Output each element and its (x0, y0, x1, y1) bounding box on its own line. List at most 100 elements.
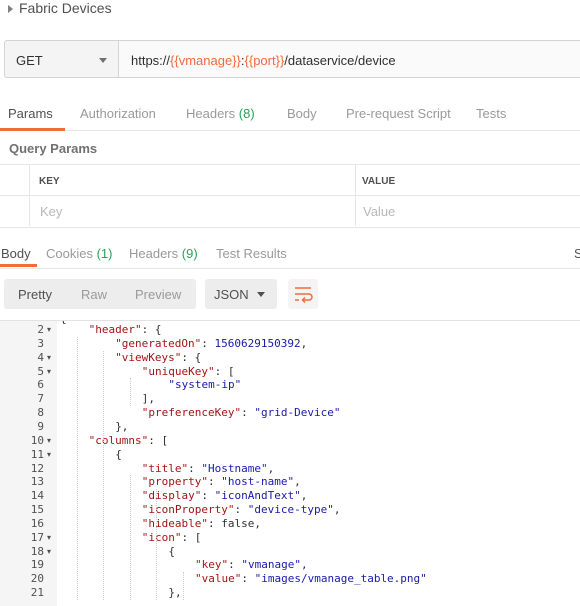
json-key: "uniqueKey" (141, 364, 215, 378)
tab-params[interactable]: Params (8, 106, 53, 121)
json-string: "host-name" (221, 475, 295, 489)
indent-guide (183, 572, 184, 600)
code-line: "viewKeys": { (115, 351, 201, 364)
json-punct: : { (141, 323, 162, 336)
table-divider (355, 164, 356, 226)
fold-arrow-icon[interactable]: ▾ (47, 353, 51, 362)
line-number: 5 (37, 364, 44, 378)
json-punct: , (333, 503, 341, 517)
response-tab-cookies[interactable]: Cookies (1) (46, 246, 112, 261)
fold-arrow-icon[interactable]: ▾ (47, 367, 51, 376)
line-number: 7 (37, 392, 44, 406)
code-line: "iconProperty": "device-type", (142, 503, 341, 516)
line-number: 3 (37, 336, 44, 350)
code-line: { (115, 448, 122, 461)
code-line: "value": "images/vmanage_table.png" (195, 572, 427, 585)
line-number-gutter: 2 ▾ 3 4 ▾ 5 ▾ 6 7 8 9 10 ▾ 11 ▾ 12 13 14 15 16 17 ▾ 18 ▾ 19 20 21 (0, 321, 57, 606)
cookies-count: (1) (96, 246, 113, 261)
response-tab-headers[interactable]: Headers (9) (129, 246, 198, 261)
json-key: "header" (88, 323, 142, 336)
json-key: "value" (195, 572, 242, 586)
wrap-lines-icon (295, 287, 313, 304)
code-line: "generatedOn": 1560629150392, (115, 337, 307, 350)
json-string: "grid-Device" (254, 406, 341, 420)
response-tab-test-results[interactable]: Test Results (216, 246, 287, 261)
json-punct: { (115, 447, 122, 461)
wrap-lines-button[interactable] (288, 279, 318, 309)
code-line: "columns": [ (89, 434, 168, 447)
json-string: "device-type" (247, 503, 334, 517)
value-input[interactable]: Value (363, 204, 395, 219)
tab-tests[interactable]: Tests (476, 106, 506, 121)
json-punct: : (201, 336, 215, 350)
raw-button[interactable]: Raw (81, 287, 107, 302)
code-line: "display": "iconAndText", (142, 489, 308, 502)
json-punct: : (234, 503, 248, 517)
tab-headers[interactable]: Headers (8) (186, 106, 255, 121)
indent-guide (103, 350, 105, 600)
json-punct: : [ (148, 433, 169, 447)
response-tab-body[interactable]: Body (1, 246, 31, 261)
json-punct: : (241, 572, 255, 586)
url-input[interactable]: https://{{vmanage}}:{{port}}/dataservice… (118, 40, 580, 78)
code-line: "preferenceKey": "grid-Device" (142, 406, 341, 419)
response-body-viewer[interactable]: 2 ▾ 3 4 ▾ 5 ▾ 6 7 8 9 10 ▾ 11 ▾ 12 13 14 15 16 17 ▾ 18 ▾ 19 20 21 … (0, 320, 580, 606)
json-key: "preferenceKey" (141, 406, 242, 420)
code-line: "system-ip" (168, 378, 241, 391)
headers-count: (8) (238, 106, 255, 121)
json-punct: , (267, 461, 275, 475)
tab-authorization[interactable]: Authorization (80, 106, 156, 121)
indent-guide (129, 475, 131, 600)
line-number: 4 (37, 350, 44, 364)
json-number: 1560629150392 (214, 336, 301, 350)
json-key: "title" (141, 461, 189, 475)
json-string: "system-ip" (168, 378, 242, 392)
fold-arrow-icon[interactable]: ▾ (47, 547, 51, 556)
fold-arrow-icon[interactable]: ▾ (47, 533, 51, 542)
line-number: 15 (30, 503, 44, 517)
table-divider (29, 164, 30, 226)
format-select[interactable]: JSON (205, 279, 277, 309)
method-select[interactable]: GET (4, 40, 118, 78)
code-line: "key": "vmanage", (195, 558, 308, 571)
code-line: "title": "Hostname", (142, 462, 274, 475)
url-text: https://{{vmanage}}:{{port}}/dataservice… (131, 53, 396, 68)
json-punct: : false, (208, 516, 262, 530)
line-number: 2 (37, 323, 44, 336)
code-line: }, (168, 586, 181, 599)
tab-body[interactable]: Body (287, 106, 317, 121)
json-key: "generatedOn" (115, 336, 202, 350)
indent-guide (129, 378, 131, 407)
request-title-bar[interactable]: Fabric Devices (0, 0, 580, 22)
line-number: 18 (30, 544, 44, 558)
fold-arrow-icon[interactable]: ▾ (47, 436, 51, 445)
json-punct: , (300, 558, 308, 572)
response-tabs: Body Cookies (1) Headers (9) Test Result… (0, 238, 580, 269)
json-punct: , (300, 489, 308, 503)
fold-arrow-icon[interactable]: ▾ (47, 450, 51, 459)
line-number: 12 (30, 461, 44, 475)
pretty-button[interactable]: Pretty (18, 287, 52, 302)
line-number: 6 (37, 378, 44, 392)
line-number: 19 (30, 558, 44, 572)
preview-button[interactable]: Preview (135, 287, 181, 302)
json-punct: , (294, 475, 301, 489)
expand-triangle-icon[interactable] (8, 5, 13, 13)
key-column-header: KEY (39, 176, 60, 187)
code-line: "property": "host-name", (142, 475, 301, 488)
tab-prerequest-script[interactable]: Pre-request Script (346, 106, 451, 121)
code-line: "header": { (89, 323, 162, 336)
code-line: "hideable": false, (142, 517, 261, 530)
json-punct: { (168, 544, 176, 558)
json-punct: ], (141, 392, 156, 406)
json-punct: }, (115, 419, 129, 433)
code-line: }, (115, 420, 128, 433)
json-string: "vmanage" (241, 558, 301, 572)
key-input[interactable]: Key (40, 204, 62, 219)
response-headers-count: (9) (181, 246, 198, 261)
fold-arrow-icon[interactable]: ▾ (47, 325, 51, 334)
params-new-row: Key Value (0, 195, 580, 228)
json-key: "columns" (88, 433, 149, 447)
format-label: JSON (214, 287, 249, 302)
json-string: "Hostname" (201, 461, 268, 475)
